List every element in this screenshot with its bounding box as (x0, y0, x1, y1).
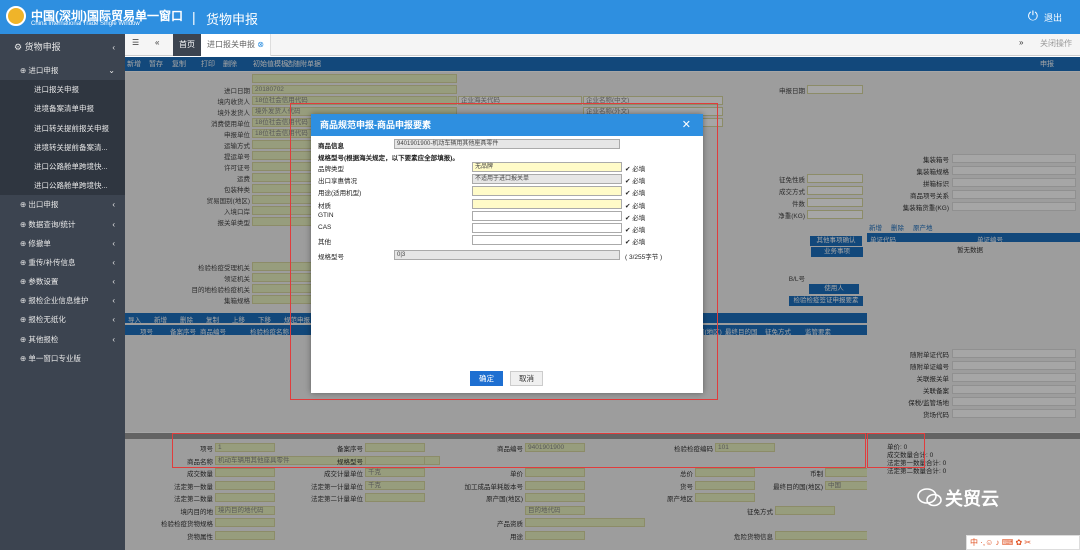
dialog-field-label: 用途(适用机型) (318, 190, 362, 198)
chevron-icon: ‹ (112, 200, 115, 210)
close-icon[interactable]: ✕ (682, 114, 691, 136)
required-checkbox[interactable]: ✔ 必填 (625, 200, 645, 210)
chevron-icon: ‹ (112, 334, 115, 344)
tab-prev-icon[interactable]: « (155, 38, 159, 47)
required-checkbox[interactable]: ✔ 必填 (625, 163, 645, 173)
required-checkbox[interactable]: ✔ 必填 (625, 175, 645, 185)
goods-spec-dialog: 商品规范申报-商品申报要素 ✕ 商品信息 9401901900-机动车辆用其他座具… (311, 114, 703, 393)
chevron-icon: ⌄ (108, 66, 115, 75)
dialog-field-input[interactable] (472, 186, 622, 197)
site-subtitle: China International Trade Single Window (31, 21, 140, 27)
sidebar-item[interactable]: ⊕ 其他报检 ‹ (0, 330, 125, 349)
sidebar-root[interactable]: ⚙ 货物申报 ‹ (0, 34, 125, 61)
dialog-title: 商品规范申报-商品申报要素 ✕ (311, 114, 703, 136)
dialog-field-input[interactable] (472, 198, 622, 209)
top-header: 中国(深圳)国际贸易单一窗口 China International Trade… (0, 0, 1080, 34)
sidebar-item[interactable]: ⊕ 参数设置 ‹ (0, 272, 125, 291)
goods-info-field: 9401901900-机动车辆用其他座具零件 (394, 139, 620, 149)
dialog-field-input[interactable]: 不适用于进口报关单 (472, 174, 622, 185)
sidebar-item[interactable]: ⊕ 出口申报 ‹ (0, 195, 125, 214)
sidebar-item[interactable]: 进境转关提前备案清... (0, 137, 125, 157)
ime-toolbar[interactable]: 中 ·,☺ ♪ ⌨ ✿ ✂ (966, 535, 1080, 550)
sidebar-item[interactable]: ⊕ 报检企业信息维护 ‹ (0, 291, 125, 310)
dialog-field-label: 其他 (318, 239, 331, 247)
sidebar-item[interactable]: 进境备案清单申报 (0, 99, 125, 119)
sidebar-item[interactable]: ⊕ 修撤单 ‹ (0, 234, 125, 253)
sidebar-item[interactable]: ⊕ 进口申报 ⌄ (0, 61, 125, 80)
required-checkbox[interactable]: ✔ 必填 (625, 212, 645, 222)
sidebar: ⚙ 货物申报 ‹ ⊕ 进口申报 ⌄ 进口报关申报 进境备案清单申报 进口转关提前报关申报进… (0, 34, 125, 550)
chevron-icon: ‹ (112, 296, 115, 306)
sidebar-item-label: 进口公路舱单跨境快... (34, 181, 108, 191)
sidebar-item-label: 其他报检 (28, 334, 59, 344)
chevron-left-icon: ‹ (112, 43, 115, 52)
system-title: 货物申报 (206, 12, 259, 27)
confirm-button[interactable]: 确定 (470, 371, 503, 386)
sidebar-item-label: 单一窗口专业版 (28, 353, 81, 363)
required-checkbox[interactable]: ✔ 必填 (625, 187, 645, 197)
sidebar-item[interactable]: ⊕ 单一窗口专业版 (0, 349, 125, 368)
chevron-icon: ‹ (112, 315, 115, 325)
goods-info-label: 商品信息 (318, 143, 344, 150)
sidebar-item-label: 进口转关提前报关申报 (34, 123, 109, 133)
sidebar-item[interactable]: 进口公路舱单跨境快... (0, 176, 125, 196)
sidebar-item-label: 数据查询/统计 (28, 219, 76, 229)
chevron-icon: ‹ (112, 257, 115, 267)
required-checkbox[interactable]: ✔ 必填 (625, 224, 645, 234)
sidebar-item-label: 进口公路舱单跨境快... (34, 161, 108, 171)
sidebar-item[interactable]: ⊕ 报检无纸化 ‹ (0, 310, 125, 329)
sidebar-item-label: 修撤单 (28, 238, 51, 248)
spec-model-field[interactable]: 0|3 (394, 250, 620, 260)
spec-byte-count: ( 3/255字节 ) (625, 254, 663, 261)
highlight-box-summary (867, 433, 925, 468)
dialog-field-label: GTIN (318, 211, 334, 219)
dialog-field-label: CAS (318, 224, 332, 231)
power-icon[interactable]: ⏻ (1028, 8, 1038, 24)
sidebar-item-label: 重传/补传信息 (28, 257, 76, 267)
dialog-field-input[interactable]: 无品牌 (472, 162, 622, 172)
sidebar-item-label: 参数设置 (28, 277, 59, 287)
dialog-field-input[interactable] (472, 235, 622, 246)
cube-icon: ⚙ (14, 42, 25, 52)
logout-button[interactable]: 退出 (1044, 11, 1062, 24)
tab-next-icon[interactable]: » (1019, 38, 1023, 47)
sidebar-item[interactable]: 进口转关提前报关申报 (0, 118, 125, 138)
chevron-icon: ‹ (112, 219, 115, 229)
dialog-field-input[interactable] (472, 210, 622, 221)
dialog-field-input[interactable] (472, 223, 622, 233)
sidebar-item-label: 进境备案清单申报 (34, 104, 94, 114)
spec-hint: 规格型号(根据海关规定，以下要素应全部填报)。 (318, 155, 459, 162)
sidebar-item-label: 报检企业信息维护 (28, 296, 89, 306)
dialog-field-label: 材质 (318, 202, 331, 210)
sidebar-item[interactable]: ⊕ 重传/补传信息 ‹ (0, 253, 125, 272)
tab-bar: ☰ « 首页 进口报关申报 ⊗ » 关闭操作 (125, 34, 1080, 56)
required-checkbox[interactable]: ✔ 必填 (625, 236, 645, 246)
sidebar-item-label: 进境转关提前备案清... (34, 142, 108, 152)
highlight-box-goods (172, 433, 866, 468)
menu-icon[interactable]: ☰ (132, 38, 139, 47)
chevron-icon: ‹ (112, 238, 115, 248)
sidebar-item-label: 进口报关申报 (34, 85, 79, 95)
watermark: 关贸云 (945, 489, 999, 509)
close-ops-dropdown[interactable]: 关闭操作 (1040, 38, 1072, 49)
spec-model-label: 规格型号 (318, 254, 344, 261)
dialog-field-label: 品牌类型 (318, 166, 344, 173)
cancel-button[interactable]: 取消 (510, 371, 543, 386)
logo-icon (6, 6, 26, 26)
sidebar-item-label: 进口申报 (28, 66, 59, 75)
sidebar-item-label: 报检无纸化 (28, 315, 66, 325)
close-icon[interactable]: ⊗ (257, 40, 264, 49)
sidebar-item[interactable]: 进口公路舱单跨境快... (0, 156, 125, 177)
tab-home[interactable]: 首页 (173, 34, 201, 56)
sidebar-item[interactable]: 进口报关申报 (0, 80, 125, 100)
title-separator: | (192, 9, 196, 25)
sidebar-item-label: 出口申报 (28, 200, 59, 210)
chevron-icon: ‹ (112, 277, 115, 287)
sidebar-item[interactable]: ⊕ 数据查询/统计 ‹ (0, 215, 125, 234)
tab-import-declaration[interactable]: 进口报关申报 ⊗ (201, 34, 271, 56)
dialog-field-label: 出口享惠情况 (318, 178, 357, 186)
